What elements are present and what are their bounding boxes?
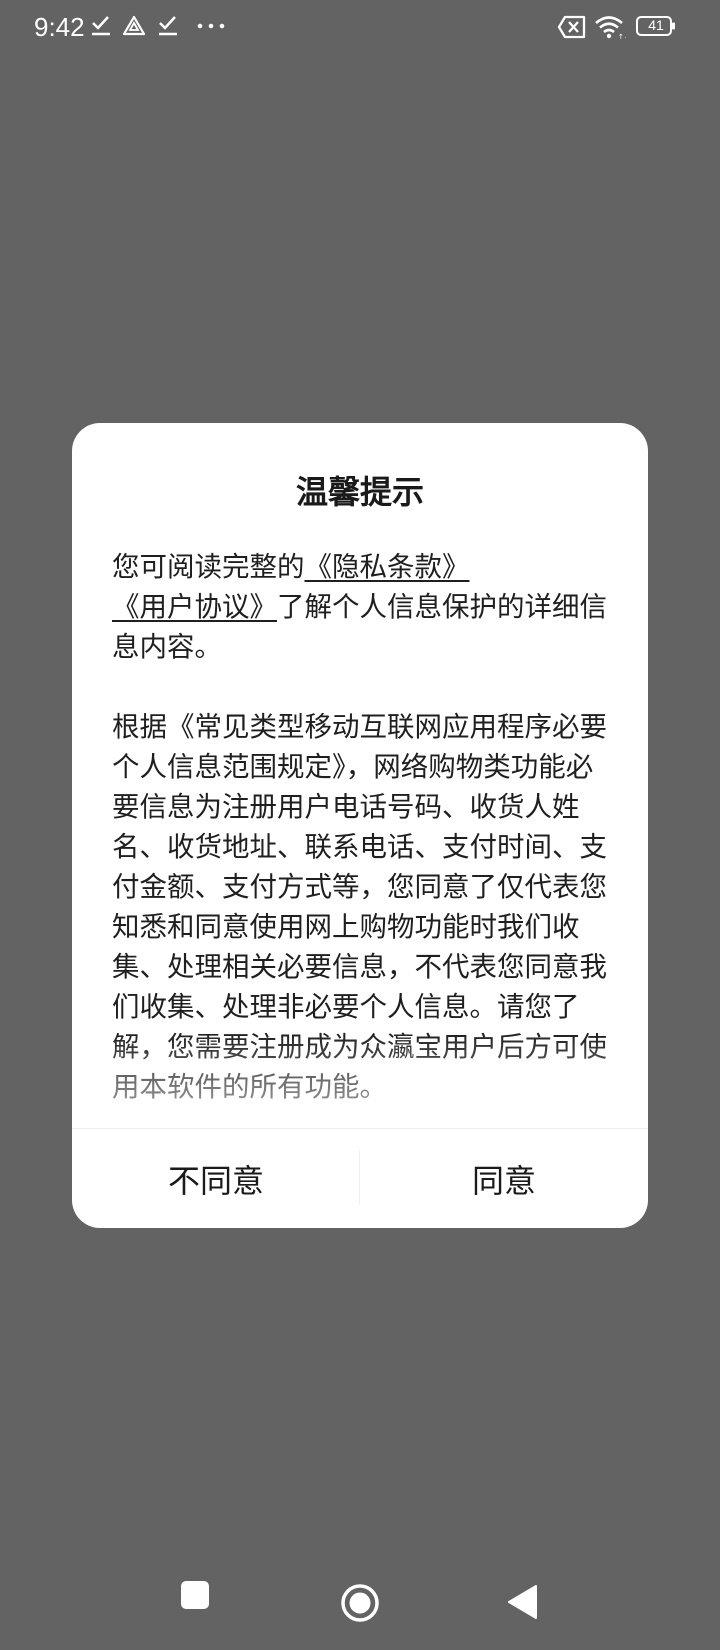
check-icon [92, 16, 110, 36]
status-time: 9:42 [34, 12, 85, 42]
privacy-terms-link[interactable]: 《隐私条款》 [305, 551, 470, 583]
privacy-dialog: 温馨提示 您可阅读完整的《隐私条款》《用户协议》了解个人信息保护的详细信息内容。… [72, 423, 648, 1228]
svg-text:↑↓: ↑↓ [618, 33, 626, 40]
disagree-button[interactable]: 不同意 [72, 1129, 360, 1228]
status-bar: 9:42 ↑↓ [0, 0, 720, 54]
agree-button[interactable]: 同意 [360, 1129, 648, 1228]
back-icon[interactable] [506, 1584, 540, 1620]
wifi-icon: ↑↓ [595, 16, 626, 40]
screen: 9:42 ↑↓ [0, 0, 720, 1650]
dialog-body: 您可阅读完整的《隐私条款》《用户协议》了解个人信息保护的详细信息内容。 根据《常… [112, 547, 608, 1228]
drive-icon [122, 15, 146, 36]
intro-prefix: 您可阅读完整的 [112, 551, 305, 583]
more-icon [197, 23, 225, 29]
user-agreement-link[interactable]: 《用户协议》 [112, 591, 277, 623]
home-icon[interactable] [339, 1582, 381, 1624]
policy-paragraph: 根据《常见类型移动互联网应用程序必要个人信息范围规定》，网络购物类功能必要信息为… [112, 711, 607, 1103]
recents-icon[interactable] [178, 1578, 212, 1612]
battery-level: 41 [648, 17, 664, 33]
dialog-title: 温馨提示 [295, 473, 424, 511]
check-icon [159, 16, 177, 36]
intro-paragraph: 您可阅读完整的《隐私条款》《用户协议》了解个人信息保护的详细信息内容。 [112, 547, 608, 667]
no-sim-icon [557, 15, 586, 39]
